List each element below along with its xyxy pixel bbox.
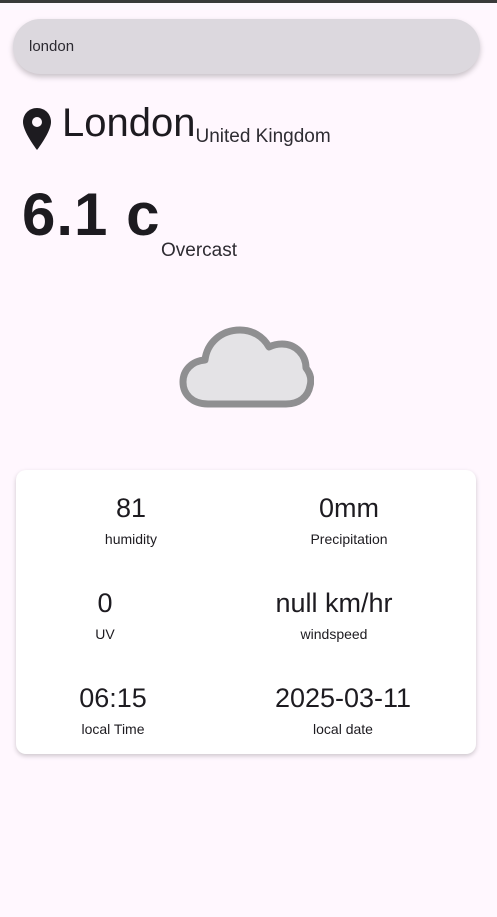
- humidity-value: 81: [115, 493, 147, 523]
- search-input[interactable]: london: [13, 19, 480, 74]
- local-time-label: local Time: [81, 721, 145, 737]
- search-input-text: london: [29, 38, 75, 55]
- humidity-label: humidity: [104, 531, 158, 547]
- temperature: 6.1 c: [22, 181, 161, 248]
- uv-cell: 0 UV: [0, 587, 220, 643]
- windspeed-cell: null km/hr windspeed: [219, 587, 449, 643]
- weather-details-card: 81 humidity 0mm Precipitation 0 UV null …: [16, 470, 476, 754]
- windspeed-value: null km/hr: [275, 588, 393, 618]
- country-name: United Kingdom: [195, 126, 331, 147]
- precipitation-value: 0mm: [319, 493, 379, 523]
- local-date-value: 2025-03-11: [274, 683, 412, 713]
- local-date-cell: 2025-03-11 local date: [228, 682, 458, 738]
- status-bar: [0, 0, 497, 3]
- humidity-cell: 81 humidity: [16, 492, 246, 548]
- precipitation-cell: 0mm Precipitation: [234, 492, 464, 548]
- uv-label: UV: [95, 626, 115, 642]
- local-date-label: local date: [313, 721, 373, 737]
- city-name: London: [62, 101, 196, 145]
- precipitation-label: Precipitation: [310, 531, 388, 547]
- location-pin-icon: [23, 108, 51, 150]
- location-header: London United Kingdom: [22, 100, 331, 154]
- local-time-value: 06:15: [79, 683, 147, 713]
- windspeed-label: windspeed: [300, 626, 368, 642]
- cloud-icon: [179, 326, 314, 408]
- uv-value: 0: [97, 588, 113, 618]
- weather-condition: Overcast: [161, 240, 238, 261]
- local-time-cell: 06:15 local Time: [0, 682, 228, 738]
